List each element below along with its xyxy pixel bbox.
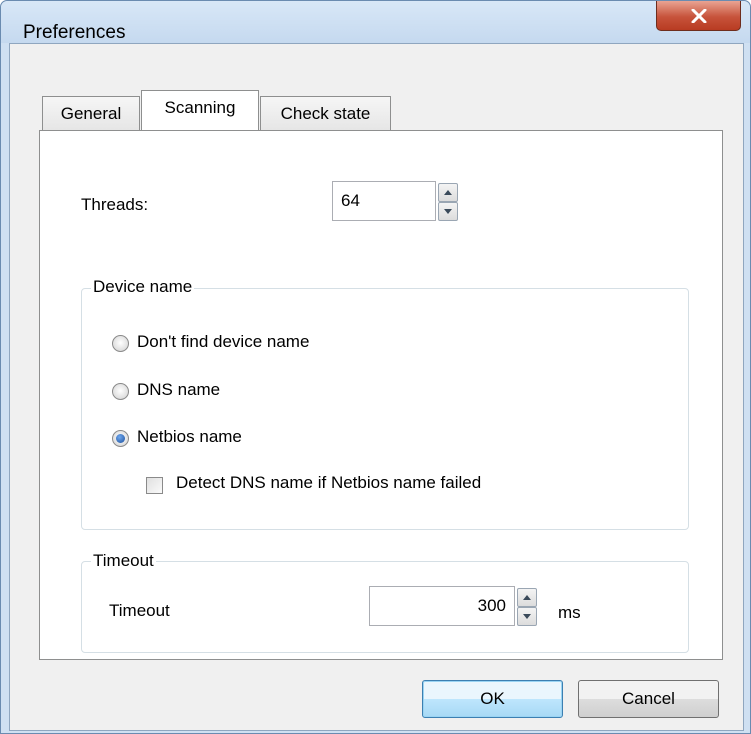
timeout-group-title: Timeout	[91, 551, 156, 571]
timeout-spinner[interactable]	[517, 588, 537, 626]
radio-dns-name[interactable]	[112, 383, 129, 400]
timeout-spin-up-button[interactable]	[517, 588, 537, 607]
radio-netbios-name-label[interactable]: Netbios name	[137, 427, 242, 447]
preferences-window: Preferences General Scanning Check state…	[0, 0, 751, 734]
close-icon	[691, 8, 706, 23]
device-name-group	[81, 288, 689, 530]
ok-button-label: OK	[480, 689, 505, 708]
detect-dns-fallback-checkbox[interactable]	[146, 477, 163, 494]
radio-netbios-name[interactable]	[112, 430, 129, 447]
threads-label: Threads:	[81, 195, 149, 214]
timeout-value: 300	[477, 596, 506, 615]
cancel-button[interactable]: Cancel	[578, 680, 719, 718]
tab-general[interactable]: General	[42, 96, 140, 130]
spin-up-arrow-icon	[523, 595, 531, 600]
tab-check-state-label: Check state	[280, 103, 371, 123]
close-button[interactable]	[656, 1, 741, 31]
detect-dns-fallback-label[interactable]: Detect DNS name if Netbios name failed	[176, 473, 481, 493]
threads-input[interactable]: 64	[332, 181, 436, 221]
threads-value: 64	[341, 191, 360, 210]
tab-general-label: General	[60, 103, 122, 123]
spin-up-arrow-icon	[444, 190, 452, 195]
title-bar[interactable]: Preferences	[1, 1, 750, 43]
tab-scanning[interactable]: Scanning	[141, 90, 259, 130]
device-name-group-title: Device name	[91, 277, 195, 297]
spin-down-arrow-icon	[523, 614, 531, 619]
scanning-tab-panel: Threads: 64 Device name Don't find devic…	[39, 130, 723, 660]
threads-spin-up-button[interactable]	[438, 183, 458, 202]
spin-down-arrow-icon	[444, 209, 452, 214]
threads-spinner[interactable]	[438, 183, 458, 221]
threads-spin-down-button[interactable]	[438, 202, 458, 221]
ok-button[interactable]: OK	[422, 680, 563, 718]
tab-check-state[interactable]: Check state	[260, 96, 391, 130]
tab-scanning-label: Scanning	[164, 97, 236, 117]
timeout-input[interactable]: 300	[369, 586, 515, 626]
timeout-spin-down-button[interactable]	[517, 607, 537, 626]
timeout-unit-label: ms	[558, 603, 581, 622]
radio-dont-find-device-name[interactable]	[112, 335, 129, 352]
radio-dns-name-label[interactable]: DNS name	[137, 380, 220, 400]
dialog-client-area: General Scanning Check state Threads: 64	[9, 43, 744, 731]
cancel-button-label: Cancel	[622, 689, 675, 708]
window-title: Preferences	[23, 22, 126, 43]
radio-dont-find-device-name-label[interactable]: Don't find device name	[137, 332, 309, 352]
timeout-label: Timeout	[109, 601, 170, 620]
